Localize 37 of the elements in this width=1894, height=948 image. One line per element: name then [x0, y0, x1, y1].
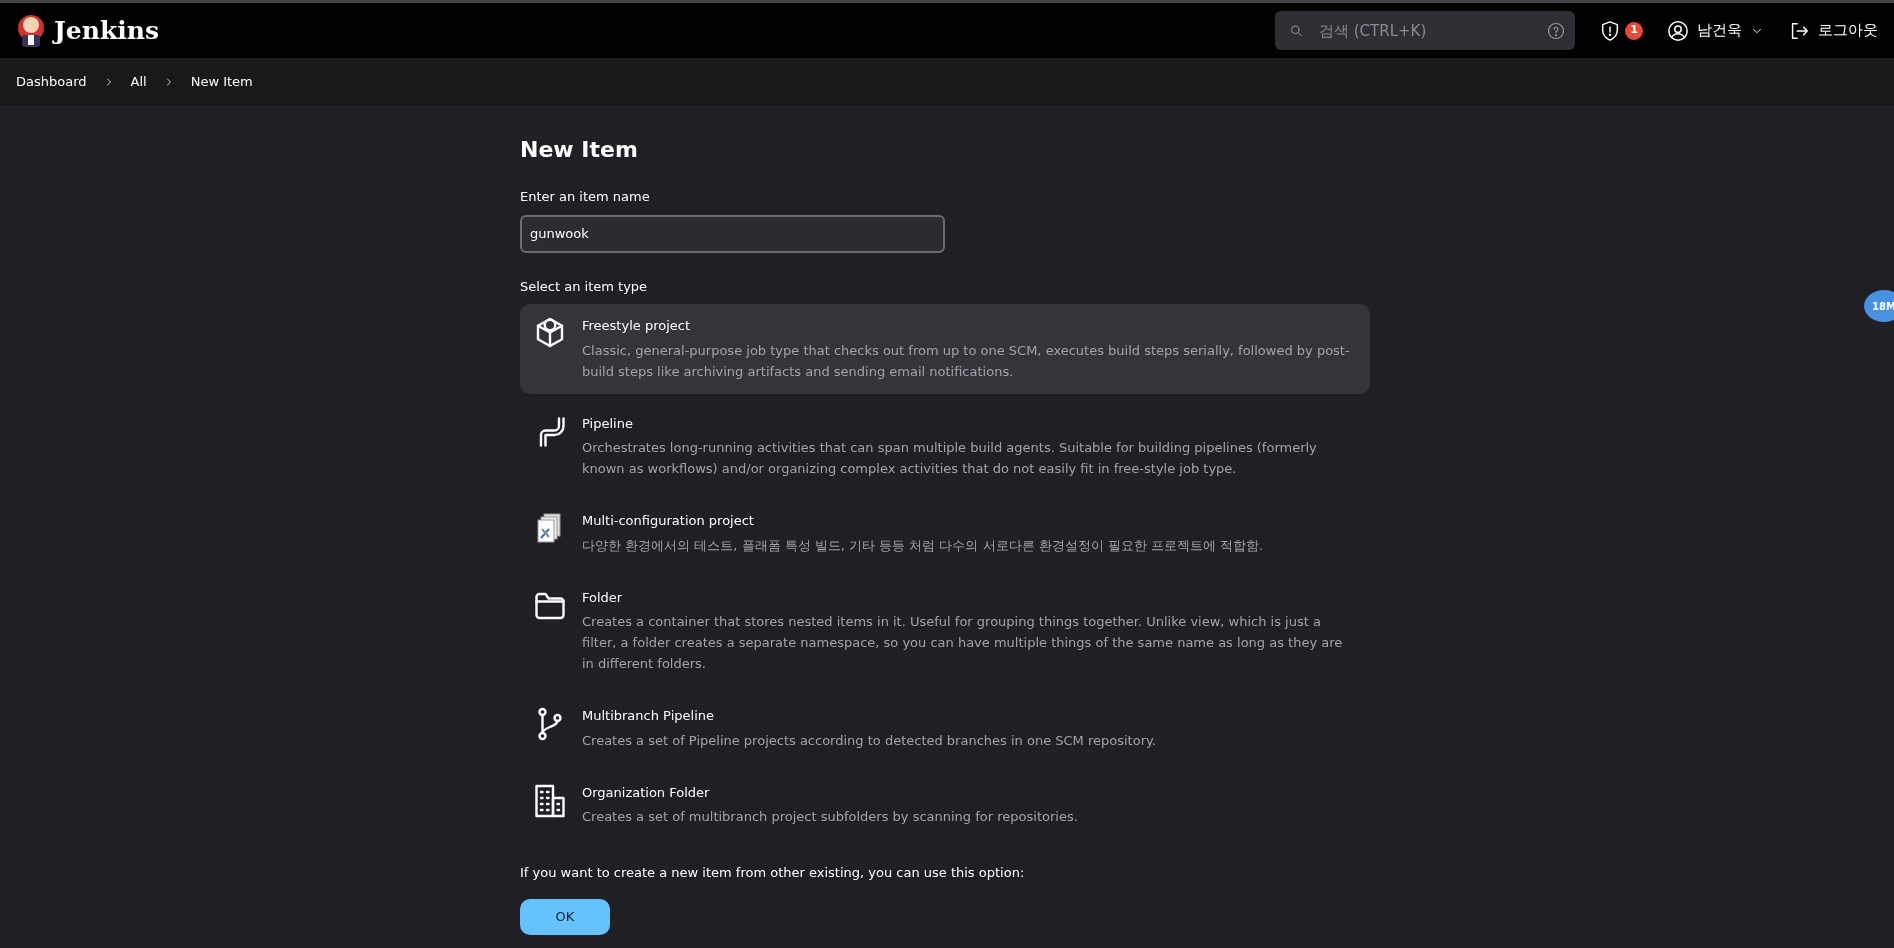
copy-hint-text: If you want to create a new item from other existing, you can use this option: — [520, 864, 1026, 883]
item-type-option[interactable]: Multibranch Pipeline Creates a set of Pipeline projects according to detected branches in one SCM repository. — [520, 694, 1370, 763]
item-type-name: Organization Folder — [582, 783, 711, 802]
item-type-name: Freestyle project — [582, 317, 691, 336]
item-type-description: Classic, general-purpose job type that checks out from up to one SCM, executes build steps serially, followed by post-build steps like archiving artifacts and sending email notifications. — [582, 341, 1351, 381]
item-type-name: Folder — [582, 588, 624, 607]
item-type-name: Multi-configuration project — [582, 512, 755, 531]
breadcrumb-link[interactable]: All — [130, 71, 147, 92]
item-type-description: Creates a set of multibranch project subfolders by scanning for repositories. — [582, 808, 1078, 827]
breadcrumb-link[interactable]: New Item — [190, 71, 253, 92]
alert-count-badge: 1 — [1625, 21, 1643, 40]
security-alerts-button[interactable]: 1 — [1599, 19, 1643, 42]
breadcrumb-link[interactable]: Dashboard — [16, 71, 87, 92]
item-type-description: Creates a container that stores nested items in it. Useful for grouping things together. Unlike view, which is just a filter, a folder creates a separate namespace, so you can have multiple things of the same name as long as they are in different folders. — [582, 613, 1344, 674]
section-label: Select an item type — [520, 277, 649, 296]
logout-link[interactable]: 로그아웃 — [1788, 19, 1878, 42]
search-field[interactable]: 검색 (CTRL+K) — [1275, 11, 1575, 50]
item-type-description: Orchestrates long-running activities that can span multiple build agents. Suitable for building pipelines (formerly known as workflows) and/or organizing complex activities that do not easily fit in free-style job type. — [582, 439, 1318, 479]
item-type-name: Pipeline — [582, 414, 634, 433]
page-title: New Item — [520, 137, 639, 164]
building-icon — [532, 782, 568, 819]
item-type-name: Multibranch Pipeline — [582, 707, 715, 726]
field-label: Enter an item name — [520, 188, 651, 207]
user-icon — [1667, 19, 1689, 42]
butler-logo-icon — [16, 12, 46, 49]
item-type-description: 다양한 환경에서의 테스트, 플래폼 특성 빌드, 기타 등등 처럼 다수의 서로다른 환경설정이 필요한 프로젝트에 적합함. — [582, 536, 1264, 555]
ok-button[interactable]: OK — [520, 898, 610, 935]
item-type-option[interactable]: Organization Folder Creates a set of multibranch project subfolders by scanning for repositories. — [520, 770, 1370, 840]
item-type-description: Creates a set of Pipeline projects according to detected branches in one SCM repository. — [582, 731, 1156, 750]
shield-icon — [1599, 19, 1621, 42]
jenkins-logo-text[interactable]: Jenkins — [54, 11, 159, 50]
item-type-option[interactable] — [520, 304, 1370, 394]
help-icon — [1547, 21, 1565, 40]
user-menu-button[interactable]: 남건욱 — [1667, 19, 1764, 42]
search-icon — [1289, 23, 1304, 38]
item-type-option[interactable]: Multi-configuration project 다양한 환경에서의 테스트, 플래폼 특성 빌드, 기타 등등 처럼 다수의 서로다른 환경설정이 필요한 프로젝트에 적합함. — [520, 499, 1370, 568]
item-name-field[interactable]: gunwook — [520, 214, 945, 253]
